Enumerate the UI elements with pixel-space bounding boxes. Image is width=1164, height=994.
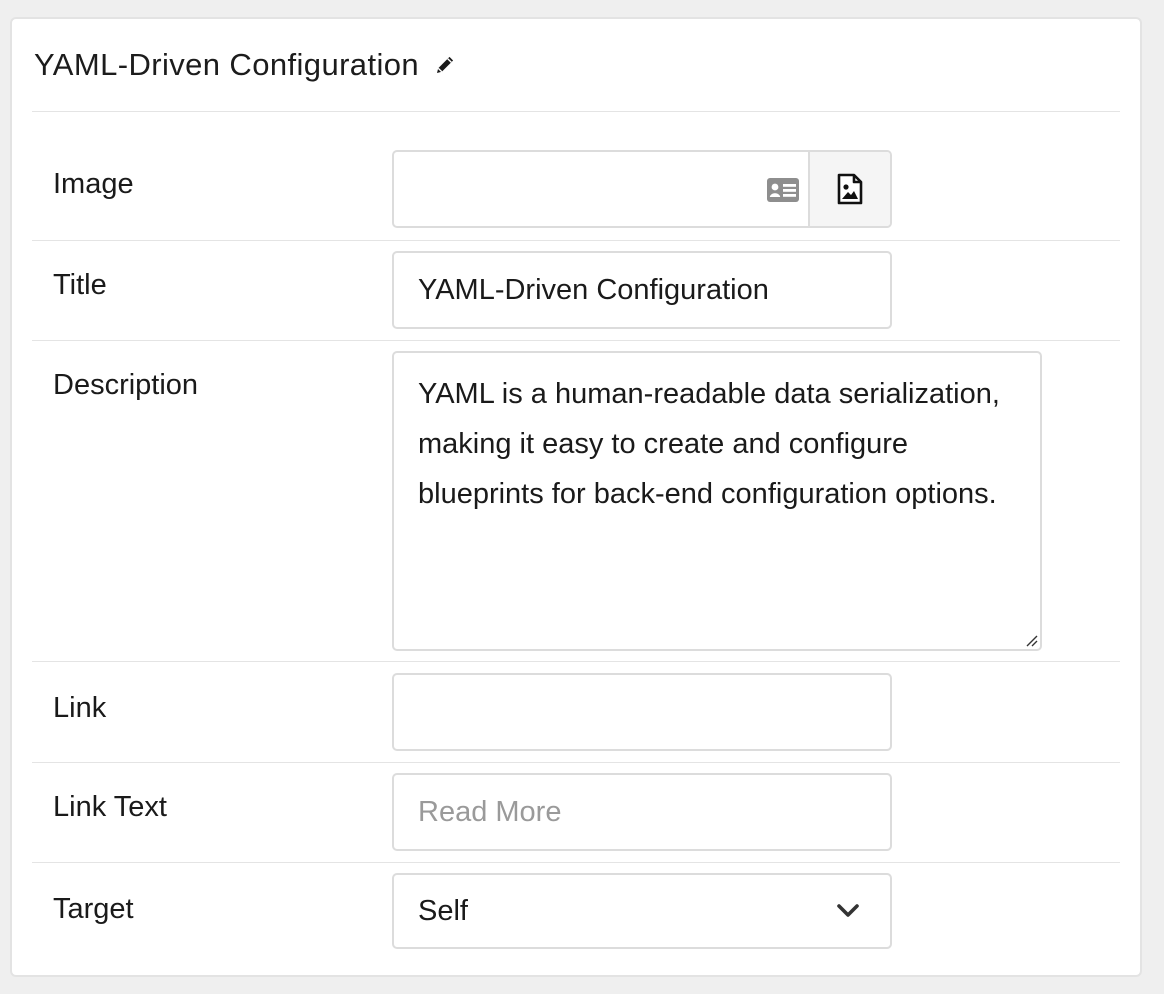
image-row: Image <box>32 112 1120 241</box>
target-selected-value: Self <box>418 894 468 927</box>
image-picker-button[interactable] <box>808 152 890 226</box>
image-input[interactable] <box>394 152 808 226</box>
id-card-icon[interactable] <box>766 176 800 204</box>
image-file-icon <box>837 173 863 205</box>
target-row: Target Self <box>32 863 1120 973</box>
title-row: Title YAML-Driven Configuration <box>32 241 1120 341</box>
link-row: Link <box>32 662 1120 763</box>
title-input-value: YAML-Driven Configuration <box>418 273 769 306</box>
link-text-input[interactable]: Read More <box>392 773 892 851</box>
config-panel: YAML-Driven Configuration Image Title YA… <box>10 17 1142 977</box>
link-text-label: Link Text <box>53 791 167 823</box>
image-field <box>392 150 892 228</box>
description-row: Description YAML is a human-readable dat… <box>32 341 1120 662</box>
title-label: Title <box>53 269 107 301</box>
panel-header: YAML-Driven Configuration <box>32 19 1120 112</box>
description-textarea[interactable]: YAML is a human-readable data serializat… <box>392 351 1042 651</box>
image-label: Image <box>53 168 134 200</box>
description-label: Description <box>53 369 199 401</box>
chevron-down-icon <box>837 904 859 917</box>
link-label: Link <box>53 692 107 724</box>
link-text-row: Link Text Read More <box>32 763 1120 863</box>
link-input[interactable] <box>392 673 892 751</box>
target-select[interactable]: Self <box>392 873 892 949</box>
title-input[interactable]: YAML-Driven Configuration <box>392 251 892 329</box>
pencil-icon[interactable] <box>433 53 457 77</box>
description-text: YAML is a human-readable data serializat… <box>418 378 1000 510</box>
panel-title: YAML-Driven Configuration <box>34 47 420 82</box>
target-label: Target <box>53 893 134 925</box>
resize-handle-icon[interactable] <box>1024 633 1038 647</box>
link-text-placeholder: Read More <box>418 795 562 828</box>
